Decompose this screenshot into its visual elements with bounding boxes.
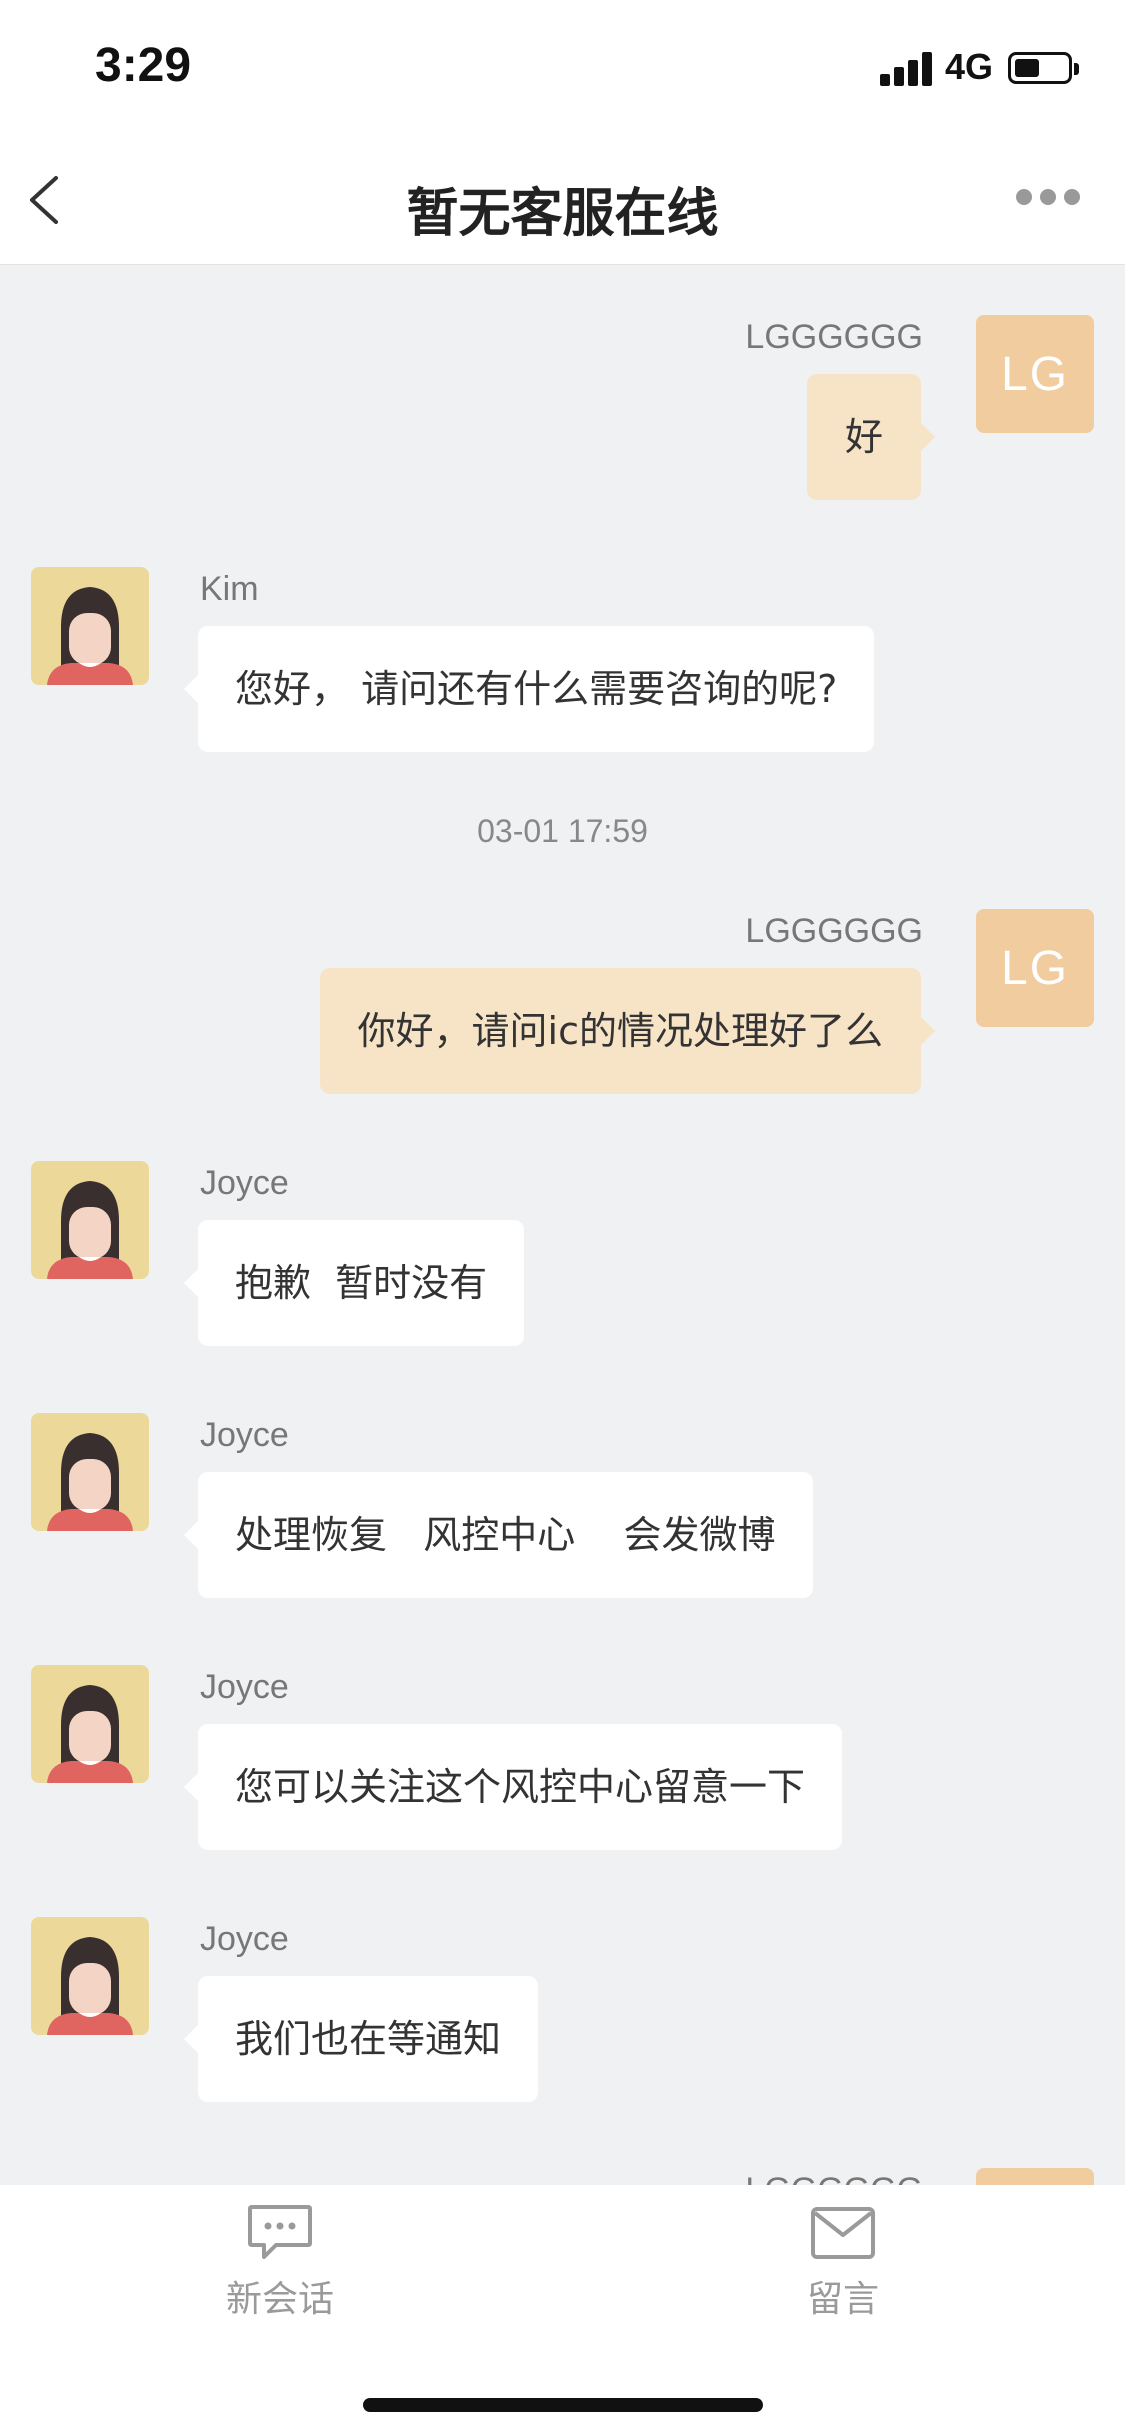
agent-avatar-icon xyxy=(47,1937,133,2035)
agent-avatar[interactable] xyxy=(31,1917,149,2035)
message-bubble[interactable]: 您可以关注这个风控中心留意一下 xyxy=(183,1724,843,1850)
sender-name: Joyce xyxy=(200,1920,289,1958)
sender-name: LGGGGGG xyxy=(745,318,923,356)
sender-name: Joyce xyxy=(200,1668,289,1706)
agent-avatar[interactable] xyxy=(31,1665,149,1783)
battery-nub xyxy=(1074,63,1079,75)
new-chat-button[interactable]: 新会话 xyxy=(130,2185,430,2335)
message-bubble[interactable]: 抱歉 暂时没有 xyxy=(183,1220,525,1346)
agent-avatar[interactable] xyxy=(31,567,149,685)
sender-name: Kim xyxy=(200,570,259,608)
message-bubble[interactable]: 好 xyxy=(806,374,936,500)
sender-name: LGGGGGG xyxy=(745,912,923,950)
message-outgoing: LGGGGGG LG 好 xyxy=(0,315,1125,505)
user-avatar[interactable]: LG xyxy=(976,909,1094,1027)
message-outgoing: LGGGGGG LG xyxy=(0,2168,1125,2185)
message-incoming: Joyce 处理恢复 风控中心 会发微博 xyxy=(0,1413,1125,1603)
more-dots-icon xyxy=(1016,189,1080,205)
message-incoming: Joyce 抱歉 暂时没有 xyxy=(0,1161,1125,1351)
message-timestamp: 03-01 17:59 xyxy=(477,813,648,849)
bottom-tab-bar: 新会话 留言 xyxy=(0,2185,1125,2335)
page-title: 暂无客服在线 xyxy=(406,184,719,244)
signal-bars-icon xyxy=(880,50,932,86)
home-indicator-area xyxy=(0,2335,1125,2436)
network-type: 4G xyxy=(945,46,994,87)
chat-bubble-icon xyxy=(248,2205,312,2259)
status-time: 3:29 xyxy=(95,39,192,92)
sender-name: Joyce xyxy=(200,1416,289,1454)
user-avatar[interactable]: LG xyxy=(976,315,1094,433)
agent-avatar[interactable] xyxy=(31,1161,149,1279)
agent-avatar-icon xyxy=(47,1685,133,1783)
status-bar: 3:29 4G xyxy=(0,0,1125,135)
agent-avatar[interactable] xyxy=(31,1413,149,1531)
message-outgoing: LGGGGGG LG 你好，请问ic的情况处理好了么 xyxy=(0,909,1125,1099)
envelope-icon xyxy=(811,2207,875,2259)
leave-message-label: 留言 xyxy=(806,2279,879,2320)
message-bubble[interactable]: 你好，请问ic的情况处理好了么 xyxy=(319,968,936,1094)
battery-fill xyxy=(1015,59,1039,77)
message-incoming: Joyce 您可以关注这个风控中心留意一下 xyxy=(0,1665,1125,1855)
nav-bar: 暂无客服在线 xyxy=(0,135,1125,265)
sender-name: Joyce xyxy=(200,1164,289,1202)
new-chat-label: 新会话 xyxy=(225,2279,334,2320)
more-button[interactable] xyxy=(1010,165,1090,235)
user-avatar[interactable]: LG xyxy=(976,2168,1094,2185)
sender-name: LGGGGGG xyxy=(745,2171,923,2185)
message-bubble[interactable]: 我们也在等通知 xyxy=(183,1976,539,2102)
battery-icon xyxy=(1008,52,1079,84)
message-incoming: Joyce 我们也在等通知 xyxy=(0,1917,1125,2107)
agent-avatar-icon xyxy=(47,1181,133,1279)
chat-history[interactable]: LGGGGGG LG 好 Kim 您好， 请问还有什么需要咨询的呢? 03-01… xyxy=(0,265,1125,2185)
agent-avatar-icon xyxy=(47,1433,133,1531)
agent-avatar-icon xyxy=(47,587,133,685)
message-bubble[interactable]: 处理恢复 风控中心 会发微博 xyxy=(184,1472,813,1598)
message-bubble[interactable]: 您好， 请问还有什么需要咨询的呢? xyxy=(183,626,875,752)
message-incoming: Kim 您好， 请问还有什么需要咨询的呢? xyxy=(0,567,1125,757)
home-indicator[interactable] xyxy=(363,2398,763,2412)
leave-message-button[interactable]: 留言 xyxy=(693,2185,993,2335)
